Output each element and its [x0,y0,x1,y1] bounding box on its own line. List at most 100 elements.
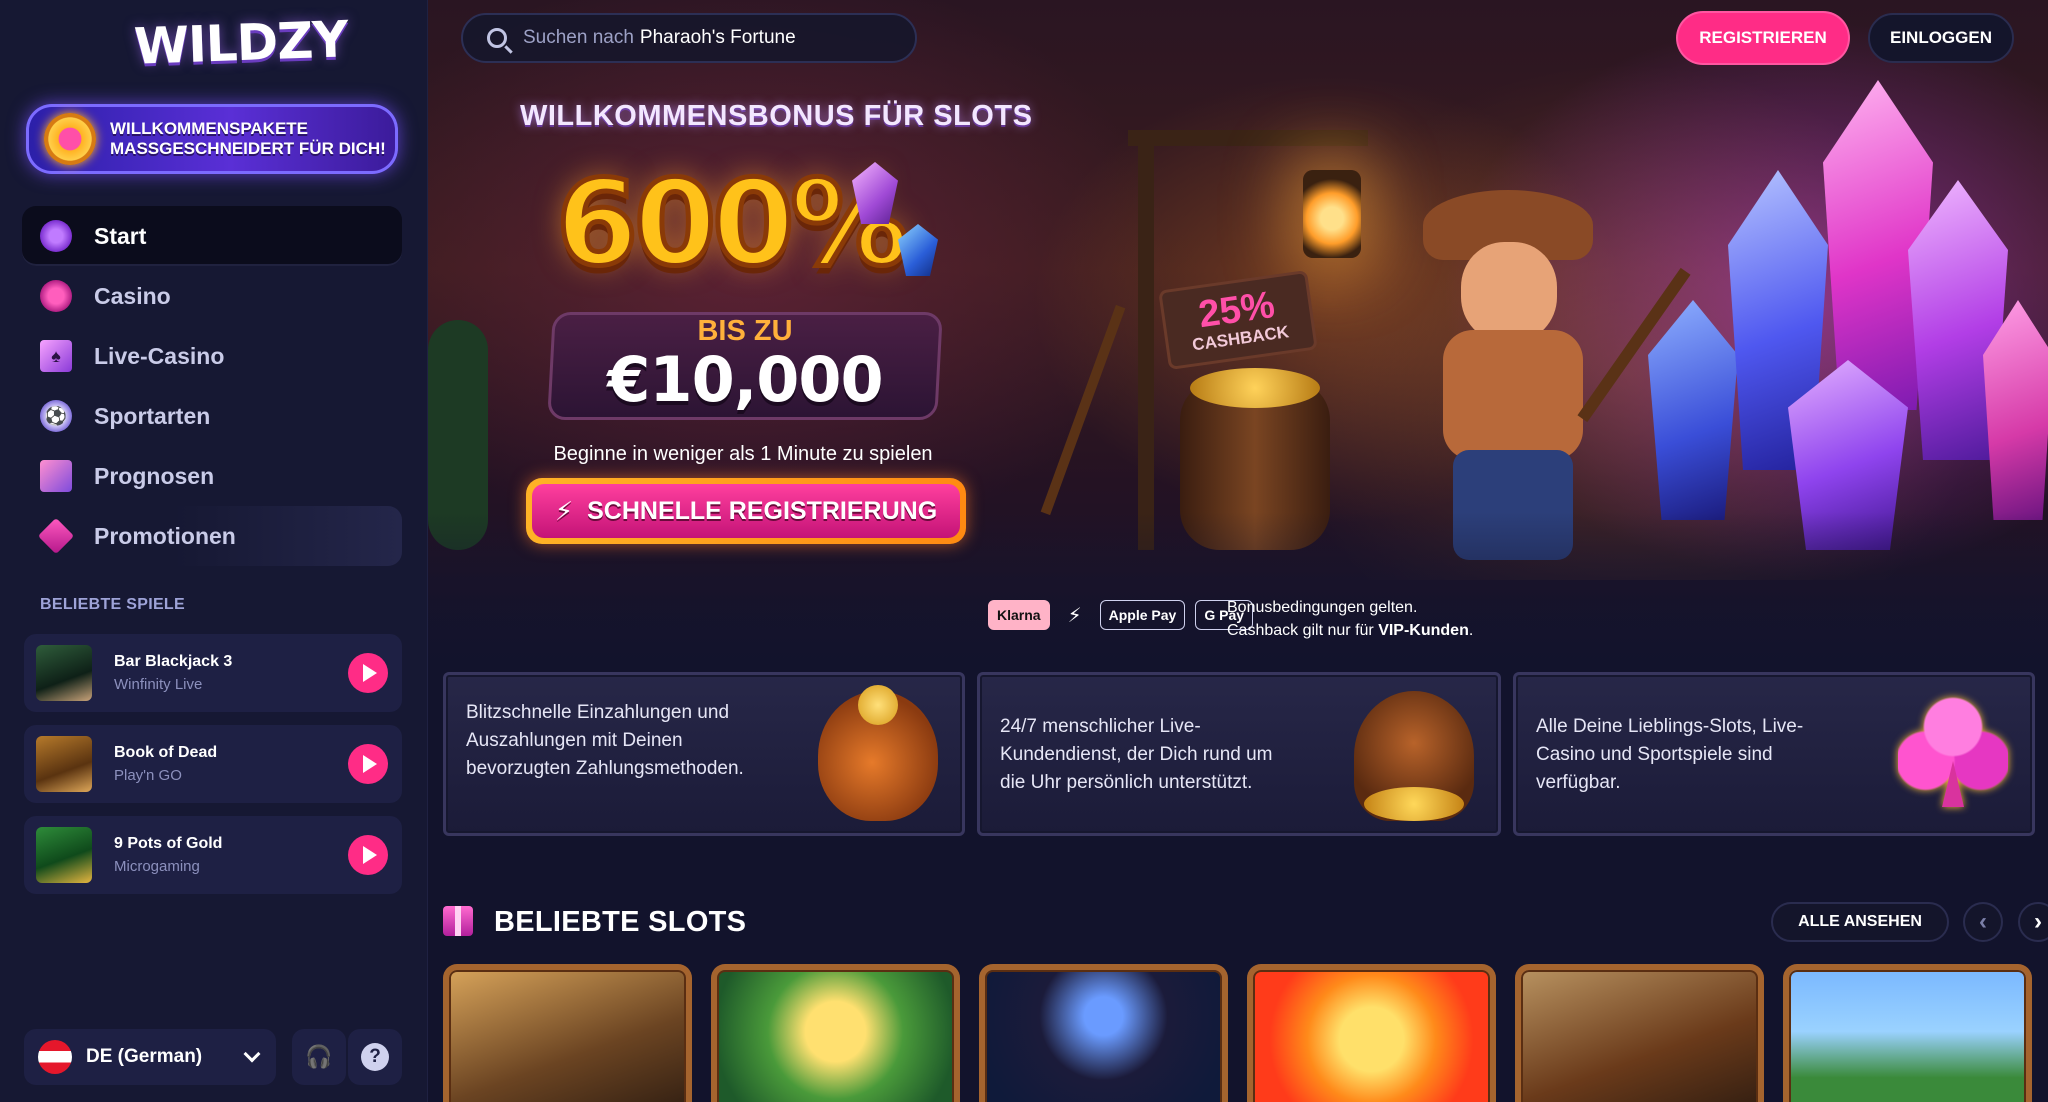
nav-item-casino[interactable]: Casino [22,266,402,326]
game-name: 9 Pots of Gold [114,835,223,852]
feature-card-support: 24/7 menschlicher Live-Kundendienst, der… [977,672,1501,836]
shovel-illustration [1040,304,1126,516]
feature-card-payments: Blitzschnelle Einzahlungen und Auszahlun… [443,672,965,836]
crypto-payment-icon: ⚡ [1067,604,1082,627]
popular-games-list: Bar Blackjack 3 Winfinity Live Book of D… [24,634,402,907]
main-content: 25% CASHBACK WILLKOMMENSBONUS FÜR SLOTS … [428,0,2048,1102]
diamond-icon [37,517,75,555]
feature-card-games: Alle Deine Lieblings-Slots, Live-Casino … [1513,672,2035,836]
question-mark-icon: ? [361,1043,389,1071]
play-button[interactable] [348,744,388,784]
game-thumbnail[interactable] [36,736,92,792]
gift-icon [443,906,473,936]
login-button[interactable]: EINLOGGEN [1868,13,2014,63]
quick-register-button[interactable]: ⚡ SCHNELLE REGISTRIERUNG [526,478,966,544]
game-info: Book of Dead Play'n GO [114,744,217,784]
klarna-logo: Klarna [988,600,1050,630]
play-icon [363,664,377,682]
game-info: Bar Blackjack 3 Winfinity Live [114,653,232,693]
coin-icon [44,113,96,165]
search-icon [487,28,507,48]
cta-label: SCHNELLE REGISTRIERUNG [587,496,938,525]
game-name: Bar Blackjack 3 [114,653,233,670]
game-card-book-of-dead[interactable]: Book of Dead Play'n GO [24,725,402,803]
nav-item-label: Start [94,222,147,249]
soccer-ball-icon: ⚽ [40,400,72,432]
nav-item-start[interactable]: Start [22,206,402,266]
help-button[interactable]: ? [348,1029,402,1085]
popular-slots-header: BELIEBTE SLOTS ALLE ANSEHEN ‹ › [443,900,2048,944]
mine-post-illustration [1138,130,1154,550]
nav-item-live-casino[interactable]: ♠ Live-Casino [22,326,402,386]
nav-item-label: Promotionen [94,522,236,549]
game-card-9-pots-of-gold[interactable]: 9 Pots of Gold Microgaming [24,816,402,894]
headset-icon: 🎧 [305,1044,333,1069]
sidebar: WILDZY WILLKOMMENSPAKETE MASSGESCHNEIDER… [0,0,428,1102]
see-all-button[interactable]: ALLE ANSEHEN [1771,902,1949,942]
casino-chip-icon [40,280,72,312]
game-info: 9 Pots of Gold Microgaming [114,835,222,875]
popular-slots-carousel [443,964,2032,1102]
game-card-bar-blackjack[interactable]: Bar Blackjack 3 Winfinity Live [24,634,402,712]
gold-coins-illustration [1190,368,1320,408]
play-icon [363,846,377,864]
slot-tile[interactable] [443,964,692,1102]
bonus-terms-note: Bonusbedingungen gelten. Cashback gilt n… [1227,596,1473,642]
slot-tile[interactable] [711,964,960,1102]
language-label: DE (German) [86,1046,203,1067]
popular-games-heading: BELIEBTE SPIELE [40,596,185,613]
search-input[interactable]: Suchen nach Pharaoh's Fortune [461,13,917,63]
nav-item-predictions[interactable]: Prognosen [22,446,402,506]
play-icon [363,755,377,773]
club-suit-icon [1898,691,2008,811]
nav-item-label: Casino [94,282,171,309]
game-provider: Play'n GO [114,767,182,784]
carousel-prev-button[interactable]: ‹ [1963,902,2003,942]
hero-subtitle: Beginne in weniger als 1 Minute zu spiel… [553,443,933,465]
main-nav: Start Casino ♠ Live-Casino ⚽ Sportarten … [22,206,402,566]
register-button[interactable]: REGISTRIEREN [1678,13,1848,63]
game-thumbnail[interactable] [36,645,92,701]
play-button[interactable] [348,653,388,693]
feature-text: Alle Deine Lieblings-Slots, Live-Casino … [1536,716,1804,793]
miner-hat-icon [1354,691,1474,821]
popular-slots-title: BELIEBTE SLOTS [494,906,747,938]
slot-tile[interactable] [1247,964,1496,1102]
play-button[interactable] [348,835,388,875]
money-bag-icon [818,685,938,821]
vip-label: VIP-Kunden [1378,622,1469,639]
playing-cards-icon: ♠ [40,340,72,372]
slot-tile[interactable] [979,964,1228,1102]
carousel-next-button[interactable]: › [2018,902,2048,942]
start-icon [40,220,72,252]
game-name: Book of Dead [114,744,218,761]
language-selector[interactable]: DE (German) [24,1029,276,1085]
nav-item-label: Live-Casino [94,342,225,369]
nav-item-sports[interactable]: ⚽ Sportarten [22,386,402,446]
search-placeholder-game: Pharaoh's Fortune [639,27,796,48]
welcome-promo-banner[interactable]: WILLKOMMENSPAKETE MASSGESCHNEIDERT FÜR D… [26,104,398,174]
nav-item-promotions[interactable]: Promotionen [22,506,402,566]
promo-banner-text: WILLKOMMENSPAKETE MASSGESCHNEIDERT FÜR D… [110,119,386,158]
hero-title: WILLKOMMENSBONUS FÜR SLOTS [520,100,1033,132]
austria-flag-icon [38,1040,72,1074]
brand-logo[interactable]: WILDZY [133,10,348,75]
chevron-down-icon [243,1045,261,1063]
miner-character-illustration [1383,190,1623,560]
bonus-terms-line2: Cashback gilt nur für VIP-Kunden. [1227,622,1474,639]
nav-item-label: Prognosen [94,462,215,489]
search-placeholder-prefix: Suchen nach [523,27,634,48]
lantern-illustration [1303,170,1361,258]
support-button[interactable]: 🎧 [292,1029,346,1085]
nav-item-label: Sportarten [94,402,211,429]
prediction-icon [40,460,72,492]
hero-banner[interactable]: 25% CASHBACK WILLKOMMENSBONUS FÜR SLOTS … [428,0,2048,672]
apple-pay-logo: Apple Pay [1099,600,1186,630]
slot-tile[interactable] [1783,964,2032,1102]
bonus-terms-line1: Bonusbedingungen gelten. [1227,599,1418,616]
cta-inner: ⚡ SCHNELLE REGISTRIERUNG [532,484,960,538]
slot-tile[interactable] [1515,964,1764,1102]
payment-methods: Klarna ⚡ Apple Pay G Pay [988,600,1254,630]
game-thumbnail[interactable] [36,827,92,883]
app-root: WILDZY WILLKOMMENSPAKETE MASSGESCHNEIDER… [0,0,2048,1102]
